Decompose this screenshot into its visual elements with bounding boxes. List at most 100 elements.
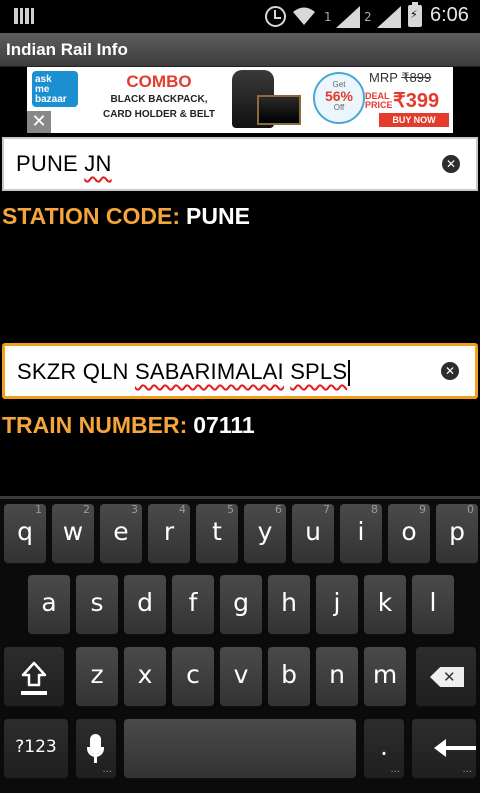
key-label: w xyxy=(62,517,84,546)
enter-icon xyxy=(434,733,478,763)
key-label: i xyxy=(357,517,365,546)
key-label: f xyxy=(188,588,198,617)
shift-indicator xyxy=(21,691,47,695)
ad-line2: CARD HOLDER & BELT xyxy=(102,109,216,120)
key-label: . xyxy=(380,732,388,761)
status-time: 6:06 xyxy=(430,4,469,26)
train-word: SABARIMALAI xyxy=(134,359,284,384)
key-q[interactable]: q1 xyxy=(4,503,46,563)
key-hint: 7 xyxy=(323,503,330,516)
train-input-value: SKZR QLN SABARIMALAI SPLS xyxy=(17,359,351,387)
station-input-value: PUNE JN xyxy=(16,151,112,177)
mrp-label: MRP xyxy=(369,70,398,85)
ad-headline: COMBO xyxy=(126,72,192,91)
discount-badge: Get 56% Off xyxy=(313,72,365,124)
station-code-line: STATION CODE: PUNE xyxy=(2,203,250,230)
key-c[interactable]: c xyxy=(172,647,214,706)
key-hint: 5 xyxy=(227,503,234,516)
ad-line1: BLACK BACKPACK, xyxy=(110,94,208,105)
key-g[interactable]: g xyxy=(220,575,262,634)
signal-icon xyxy=(336,6,360,28)
key-hint: 3 xyxy=(131,503,138,516)
voice-input-key[interactable]: ... xyxy=(76,719,116,778)
key-n[interactable]: n xyxy=(316,647,358,706)
train-word: SKZR xyxy=(17,359,77,384)
key-label: m xyxy=(372,660,398,689)
sim2-label: 2 xyxy=(364,10,372,24)
key-label: o xyxy=(401,517,417,546)
key-label: j xyxy=(333,588,341,617)
train-number-label: TRAIN NUMBER: xyxy=(2,412,188,438)
key-label: h xyxy=(281,588,297,617)
spacebar-key[interactable] xyxy=(124,719,356,778)
key-m[interactable]: m xyxy=(364,647,406,706)
train-number-value: 07111 xyxy=(193,412,255,438)
key-label: v xyxy=(233,660,249,689)
station-word: PUNE xyxy=(16,151,78,176)
key-label: q xyxy=(17,517,33,546)
key-r[interactable]: r4 xyxy=(148,503,190,563)
key-label: l xyxy=(429,588,437,617)
mrp-value: ₹899 xyxy=(401,70,432,85)
key-l[interactable]: l xyxy=(412,575,454,634)
key-label: e xyxy=(113,517,129,546)
key-v[interactable]: v xyxy=(220,647,262,706)
key-x[interactable]: x xyxy=(124,647,166,706)
clear-icon[interactable]: ✕ xyxy=(441,362,459,380)
app-title: Indian Rail Info xyxy=(6,40,128,59)
key-h[interactable]: h xyxy=(268,575,310,634)
key-label: d xyxy=(137,588,153,617)
key-p[interactable]: p0 xyxy=(436,503,478,563)
key-hint: 6 xyxy=(275,503,282,516)
key-hint: 1 xyxy=(35,503,42,516)
key-hint: 0 xyxy=(467,503,474,516)
alarm-icon xyxy=(265,6,286,27)
key-b[interactable]: b xyxy=(268,647,310,706)
clear-icon[interactable]: ✕ xyxy=(442,155,460,173)
station-code-value: PUNE xyxy=(186,203,250,229)
key-label: n xyxy=(329,660,345,689)
ad-close-icon[interactable]: ✕ xyxy=(27,111,51,133)
enter-key[interactable]: ... xyxy=(412,719,476,778)
key-label: g xyxy=(233,588,249,617)
key-d[interactable]: d xyxy=(124,575,166,634)
key-f[interactable]: f xyxy=(172,575,214,634)
key-label: ?123 xyxy=(15,737,57,757)
microphone-base-icon xyxy=(94,757,97,763)
key-u[interactable]: u7 xyxy=(292,503,334,563)
deal-price: ₹399 xyxy=(393,90,440,112)
key-label: u xyxy=(305,517,321,546)
key-hint: 9 xyxy=(419,503,426,516)
key-k[interactable]: k xyxy=(364,575,406,634)
key-label: r xyxy=(163,517,175,546)
key-o[interactable]: o9 xyxy=(388,503,430,563)
key-a[interactable]: a xyxy=(28,575,70,634)
soft-keyboard: q1 w2 e3 r4 t5 y6 u7 i8 o9 p0 a s d f g … xyxy=(0,496,480,793)
key-t[interactable]: t5 xyxy=(196,503,238,563)
key-s[interactable]: s xyxy=(76,575,118,634)
key-w[interactable]: w2 xyxy=(52,503,94,563)
key-z[interactable]: z xyxy=(76,647,118,706)
wifi-icon xyxy=(293,7,315,25)
station-search-input[interactable]: PUNE JN ✕ xyxy=(2,137,478,191)
askmebazaar-logo: ask me bazaar .com xyxy=(32,71,78,113)
key-j[interactable]: j xyxy=(316,575,358,634)
key-label: x xyxy=(137,660,153,689)
key-y[interactable]: y6 xyxy=(244,503,286,563)
key-i[interactable]: i8 xyxy=(340,503,382,563)
key-hint: ... xyxy=(102,764,112,775)
buy-now-button[interactable]: BUY NOW xyxy=(379,113,449,127)
shift-key[interactable] xyxy=(4,647,64,706)
key-label: s xyxy=(90,588,104,617)
train-word: SPLS xyxy=(290,359,348,384)
train-search-input[interactable]: SKZR QLN SABARIMALAI SPLS ✕ xyxy=(2,343,478,399)
station-code-label: STATION CODE: xyxy=(2,203,181,229)
key-e[interactable]: e3 xyxy=(100,503,142,563)
backspace-key[interactable]: ✕ xyxy=(416,647,476,706)
key-label: c xyxy=(186,660,200,689)
period-key[interactable]: .... xyxy=(364,719,404,778)
key-hint: 4 xyxy=(179,503,186,516)
station-word: JN xyxy=(84,151,112,176)
ad-banner[interactable]: ask me bazaar .com ✕ COMBO BLACK BACKPAC… xyxy=(27,67,453,133)
symbols-key[interactable]: ?123 xyxy=(4,719,68,778)
